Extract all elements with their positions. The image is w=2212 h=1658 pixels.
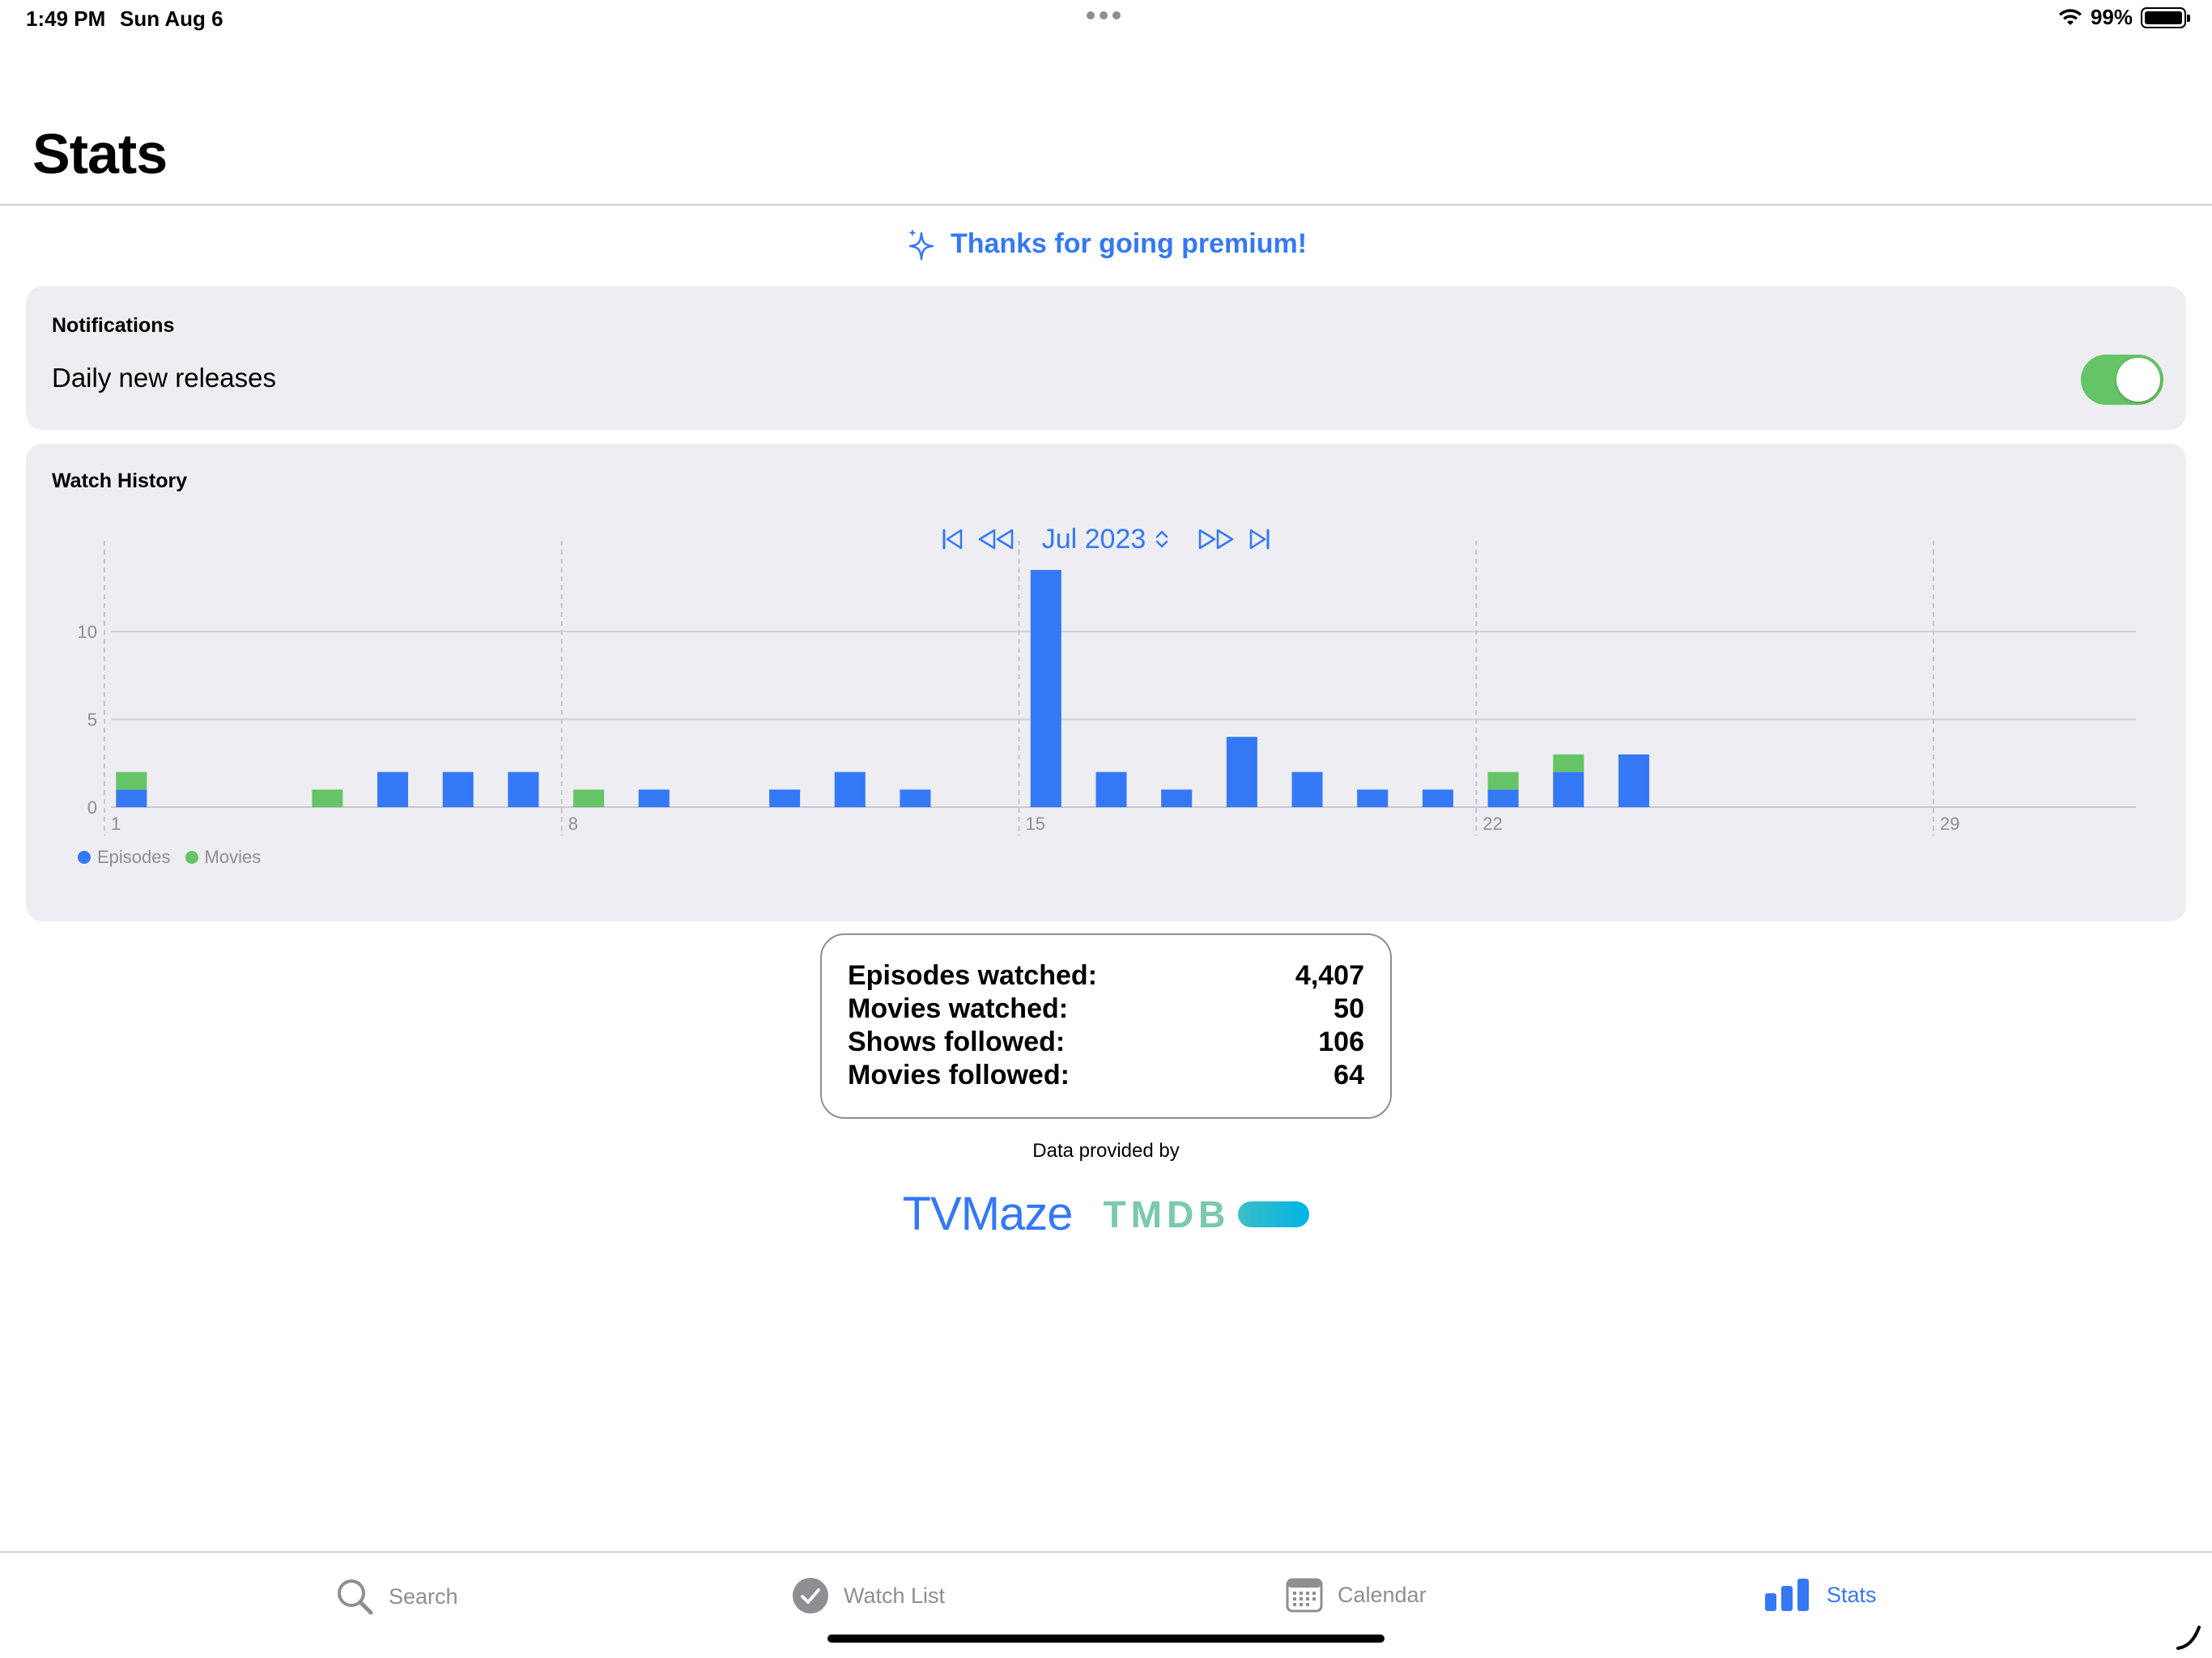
legend-dot (78, 851, 91, 864)
notifications-title: Notifications (52, 314, 175, 337)
multitasking-dots-icon[interactable] (1087, 11, 1121, 19)
stats-row: Movies watched: 50 (848, 993, 1364, 1026)
wifi-icon (2058, 8, 2082, 25)
bar-movies (116, 772, 147, 790)
y-tick-label: 10 (78, 622, 97, 642)
home-indicator[interactable] (827, 1635, 1385, 1643)
stats-row: Shows followed: 106 (848, 1026, 1364, 1059)
bar-episodes (377, 772, 409, 807)
stats-row: Episodes watched: 4,407 (848, 959, 1364, 993)
battery-percent: 99% (2090, 5, 2133, 29)
bar-movies (1487, 772, 1519, 790)
status-date: Sun Aug 6 (120, 6, 223, 31)
stats-summary: Episodes watched: 4,407 Movies watched: 50 S… (820, 933, 1392, 1119)
header-divider (0, 204, 2212, 206)
bar-episodes (1030, 570, 1061, 807)
bar-movies (573, 789, 605, 807)
screen: 1:49 PM Sun Aug 6 99% Stats Thanks for g… (0, 0, 2212, 1658)
provider-logos: TVMaze TMDB (0, 1187, 2212, 1241)
bar-episodes (900, 789, 931, 807)
status-bar: 1:49 PM Sun Aug 6 99% (0, 0, 2212, 42)
bar-episodes (1161, 789, 1193, 807)
y-tick-label: 0 (87, 797, 97, 818)
bar-episodes (1291, 772, 1323, 807)
tab-search-label: Search (389, 1584, 458, 1609)
bar-episodes (116, 789, 147, 807)
tvmaze-logo[interactable]: TVMaze (903, 1187, 1074, 1241)
tmdb-logo-pill (1238, 1201, 1310, 1227)
bar-episodes (769, 789, 801, 807)
tab-watch-list[interactable]: Watch List (792, 1577, 945, 1614)
tab-stats[interactable]: Stats (1763, 1577, 1877, 1613)
page-title: Stats (32, 122, 168, 185)
stats-label: Shows followed: (848, 1027, 1066, 1057)
bar-episodes (508, 772, 539, 807)
premium-text: Thanks for going premium! (950, 227, 1308, 259)
chart-legend: Episodes Movies (78, 847, 261, 868)
y-tick-label: 5 (87, 710, 97, 730)
tmdb-logo-text: TMDB (1103, 1192, 1231, 1235)
watch-history-chart: 0 5 10 1 8 15 22 29 (78, 541, 2136, 835)
bar-movies (1553, 754, 1585, 772)
tab-watch-list-label: Watch List (844, 1583, 946, 1608)
tab-calendar[interactable]: Calendar (1286, 1577, 1427, 1613)
stats-value: 4,407 (1295, 960, 1364, 991)
stats-label: Movies followed: (848, 1060, 1070, 1090)
bar-episodes (1618, 754, 1649, 807)
bar-chart-icon (1765, 1579, 1809, 1611)
x-tick-label: 22 (1482, 814, 1502, 834)
battery-icon (2141, 6, 2190, 28)
bar-episodes (442, 772, 474, 807)
bar-episodes (638, 789, 670, 807)
status-time: 1:49 PM (26, 6, 106, 31)
stats-value: 106 (1318, 1027, 1364, 1057)
legend-label: Movies (204, 847, 262, 867)
premium-banner[interactable]: Thanks for going premium! (0, 227, 2212, 261)
bar-episodes (1226, 737, 1257, 807)
notifications-card: Notifications Daily new releases (26, 287, 2186, 430)
legend-item: Episodes (78, 847, 171, 868)
stats-value: 64 (1334, 1060, 1364, 1090)
tab-stats-label: Stats (1827, 1582, 1877, 1607)
x-tick-label: 1 (111, 814, 121, 834)
sparkles-icon (908, 228, 934, 261)
legend-item: Movies (185, 847, 262, 868)
tmdb-logo[interactable]: TMDB (1104, 1192, 1310, 1236)
checkmark-circle-icon (793, 1578, 828, 1613)
stats-label: Movies watched: (848, 993, 1069, 1024)
daily-releases-toggle[interactable] (2081, 355, 2163, 405)
daily-releases-label: Daily new releases (52, 363, 276, 393)
pencil-tip-icon (2176, 1626, 2201, 1650)
x-tick-label: 15 (1025, 814, 1044, 834)
data-provided-caption: Data provided by (1032, 1140, 1180, 1162)
x-tick-label: 8 (568, 814, 578, 834)
stats-label: Episodes watched: (848, 960, 1097, 991)
stats-row: Movies followed: 64 (848, 1059, 1364, 1092)
bar-episodes (834, 772, 866, 807)
tab-search[interactable]: Search (335, 1577, 458, 1616)
x-tick-label: 29 (1940, 814, 1959, 834)
bar-movies (312, 789, 343, 807)
bar-episodes (1095, 772, 1127, 807)
watch-history-card: Watch History Jul 2023 0 5 10 1 8 15 22 … (26, 444, 2186, 921)
bar-episodes (1422, 789, 1453, 807)
calendar-icon (1286, 1578, 1323, 1613)
stats-value: 50 (1334, 993, 1364, 1024)
tab-calendar-label: Calendar (1338, 1582, 1427, 1607)
bar-episodes (1553, 772, 1585, 807)
legend-label: Episodes (97, 847, 171, 867)
toggle-knob (2116, 358, 2160, 402)
bar-episodes (1357, 789, 1389, 807)
search-icon (338, 1579, 373, 1615)
bar-episodes (1487, 789, 1519, 807)
status-right: 99% (2058, 5, 2190, 30)
legend-dot (185, 851, 198, 864)
